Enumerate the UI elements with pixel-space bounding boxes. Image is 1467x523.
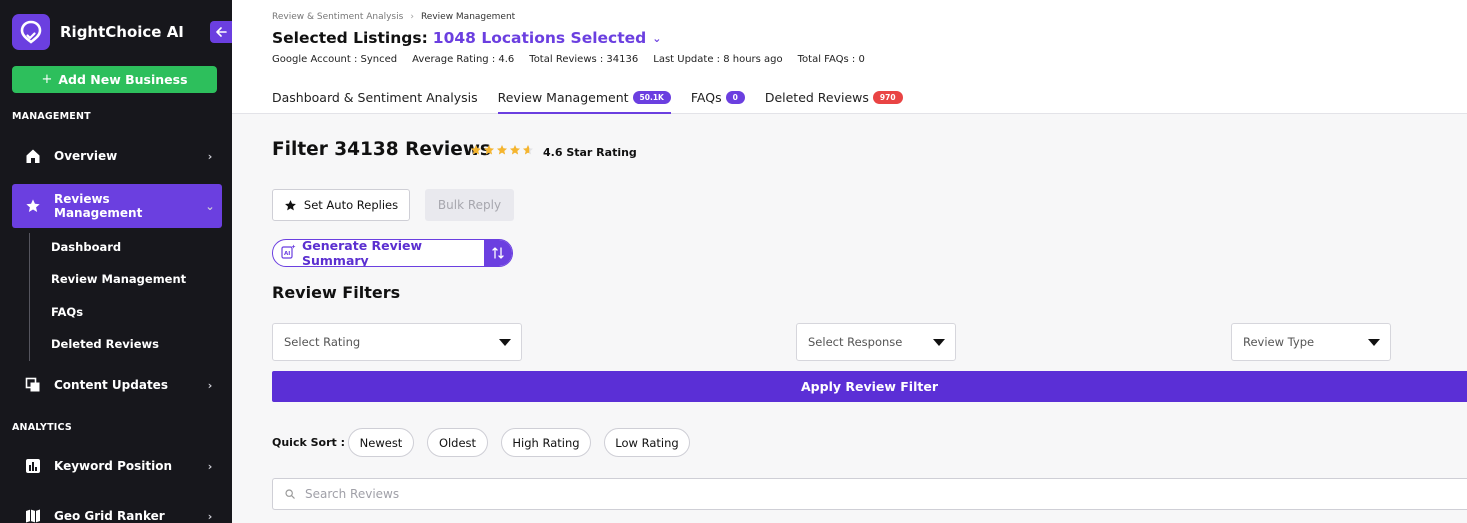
count-badge: 970 (872, 91, 903, 104)
location-pin-check-icon (12, 14, 50, 50)
submenu-item-deleted-reviews[interactable]: Deleted Reviews (51, 337, 159, 351)
section-label-management: MANAGEMENT (12, 111, 91, 122)
home-icon (12, 148, 54, 164)
caret-down-icon (933, 338, 945, 346)
count-badge: 0 (725, 91, 745, 104)
sidebar-item-keyword-position[interactable]: Keyword Position › (12, 444, 222, 488)
chevron-down-icon: ⌄ (205, 199, 215, 213)
sidebar-item-label: Overview (54, 149, 118, 163)
sidebar-item-label: Content Updates (54, 378, 168, 392)
chevron-right-icon: › (207, 149, 213, 163)
review-type-dropdown[interactable]: Review Type (1231, 323, 1391, 361)
chevron-right-icon: › (410, 12, 414, 22)
select-rating-value: Select Rating (284, 335, 361, 349)
caret-down-icon (499, 338, 511, 346)
stat-last-update: Last Update : 8 hours ago (653, 54, 783, 65)
add-new-business-label: Add New Business (58, 72, 188, 87)
sort-chip-newest[interactable]: Newest (348, 428, 414, 457)
arrow-left-icon (215, 27, 227, 37)
account-stats: Google Account : Synced Average Rating :… (272, 54, 880, 65)
caret-down-icon (1368, 338, 1380, 346)
star-icon (497, 145, 507, 155)
stat-google-account: Google Account : Synced (272, 54, 398, 65)
star-icon (12, 198, 54, 214)
submenu-item-dashboard[interactable]: Dashboard (51, 240, 121, 254)
chevron-right-icon: › (207, 509, 213, 523)
section-label-analytics: ANALYTICS (12, 422, 72, 433)
collapse-sidebar-button[interactable] (210, 21, 232, 43)
search-icon (285, 489, 295, 499)
tab-label: Deleted Reviews (764, 90, 869, 105)
search-reviews-field[interactable] (272, 478, 1467, 510)
sort-chip-oldest[interactable]: Oldest (427, 428, 488, 457)
chevron-right-icon: › (207, 459, 213, 473)
tab-deleted-reviews[interactable]: Deleted Reviews 970 (765, 86, 903, 114)
selected-listings: Selected Listings: 1048 Locations Select… (272, 29, 661, 47)
page-title: Filter 34138 Reviews (272, 139, 491, 160)
sort-toggle-icon[interactable] (484, 240, 512, 266)
page-header: Review & Sentiment Analysis › Review Man… (232, 0, 1467, 114)
sidebar-item-content-updates[interactable]: Content Updates › (12, 363, 222, 407)
plus-icon: + (41, 72, 53, 87)
stat-average-rating: Average Rating : 4.6 (412, 54, 515, 65)
star-icon (523, 145, 533, 155)
select-response-dropdown[interactable]: Select Response (796, 323, 956, 361)
locations-selector[interactable]: 1048 Locations Selected (433, 29, 646, 47)
brand[interactable]: RightChoice AI (12, 14, 184, 50)
sidebar-item-reviews-management[interactable]: Reviews Management ⌄ (12, 184, 222, 228)
submenu-item-review-management[interactable]: Review Management (51, 272, 186, 286)
ai-sparkle-icon: AI (281, 244, 296, 263)
breadcrumb: Review & Sentiment Analysis › Review Man… (272, 12, 515, 22)
select-response-value: Select Response (808, 335, 903, 349)
stat-total-reviews: Total Reviews : 34136 (529, 54, 639, 65)
set-auto-replies-button[interactable]: Set Auto Replies (272, 189, 410, 221)
bar-chart-icon (12, 458, 54, 474)
quick-sort-label: Quick Sort : (272, 436, 346, 449)
sidebar-item-overview[interactable]: Overview › (12, 134, 222, 178)
sort-chip-high-rating[interactable]: High Rating (501, 428, 591, 457)
copy-icon (12, 377, 54, 393)
add-new-business-button[interactable]: + Add New Business (12, 66, 217, 93)
sort-chip-low-rating[interactable]: Low Rating (604, 428, 690, 457)
review-filters-title: Review Filters (272, 283, 401, 302)
apply-review-filter-button[interactable]: Apply Review Filter (272, 371, 1467, 402)
star-rating (470, 144, 535, 156)
review-type-value: Review Type (1243, 335, 1315, 349)
tab-dashboard-sentiment[interactable]: Dashboard & Sentiment Analysis (272, 86, 478, 114)
star-rating-label: 4.6 Star Rating (543, 146, 637, 159)
map-icon (12, 508, 54, 523)
star-icon (510, 145, 520, 155)
submenu-item-faqs[interactable]: FAQs (51, 305, 83, 319)
set-auto-replies-label: Set Auto Replies (303, 198, 399, 212)
select-rating-dropdown[interactable]: Select Rating (272, 323, 522, 361)
count-badge: 50.1K (632, 91, 671, 104)
tab-bar: Dashboard & Sentiment Analysis Review Ma… (272, 86, 923, 114)
breadcrumb-current: Review Management (420, 12, 516, 22)
tab-faqs[interactable]: FAQs 0 (691, 86, 745, 114)
reviews-submenu: Dashboard Review Management FAQs Deleted… (29, 233, 209, 361)
breadcrumb-item[interactable]: Review & Sentiment Analysis (272, 12, 403, 22)
brand-name: RightChoice AI (60, 23, 184, 41)
tab-label: FAQs (690, 90, 722, 105)
star-icon (471, 145, 481, 155)
selected-listings-label: Selected Listings: (272, 29, 428, 47)
search-input[interactable] (305, 487, 905, 501)
chevron-right-icon: › (207, 378, 213, 392)
sidebar: RightChoice AI + Add New Business MANAGE… (0, 0, 232, 523)
bulk-reply-button[interactable]: Bulk Reply (425, 189, 514, 221)
tab-review-management[interactable]: Review Management 50.1K (497, 86, 671, 114)
generate-review-summary-button[interactable]: AI Generate Review Summary (272, 239, 513, 267)
sidebar-item-label: Geo Grid Ranker (54, 509, 165, 523)
generate-review-summary-label: Generate Review Summary (302, 239, 423, 267)
stat-total-faqs: Total FAQs : 0 (797, 54, 865, 65)
chevron-down-icon[interactable]: ⌄ (652, 32, 661, 45)
star-icon (284, 199, 296, 210)
svg-text:AI: AI (284, 251, 290, 257)
sidebar-item-geo-grid-ranker[interactable]: Geo Grid Ranker › (12, 494, 222, 523)
sidebar-item-label: Keyword Position (54, 459, 172, 473)
star-icon (484, 145, 494, 155)
tab-label: Dashboard & Sentiment Analysis (272, 90, 478, 105)
tab-label: Review Management (497, 90, 629, 105)
sidebar-item-label: Reviews Management (54, 192, 143, 220)
